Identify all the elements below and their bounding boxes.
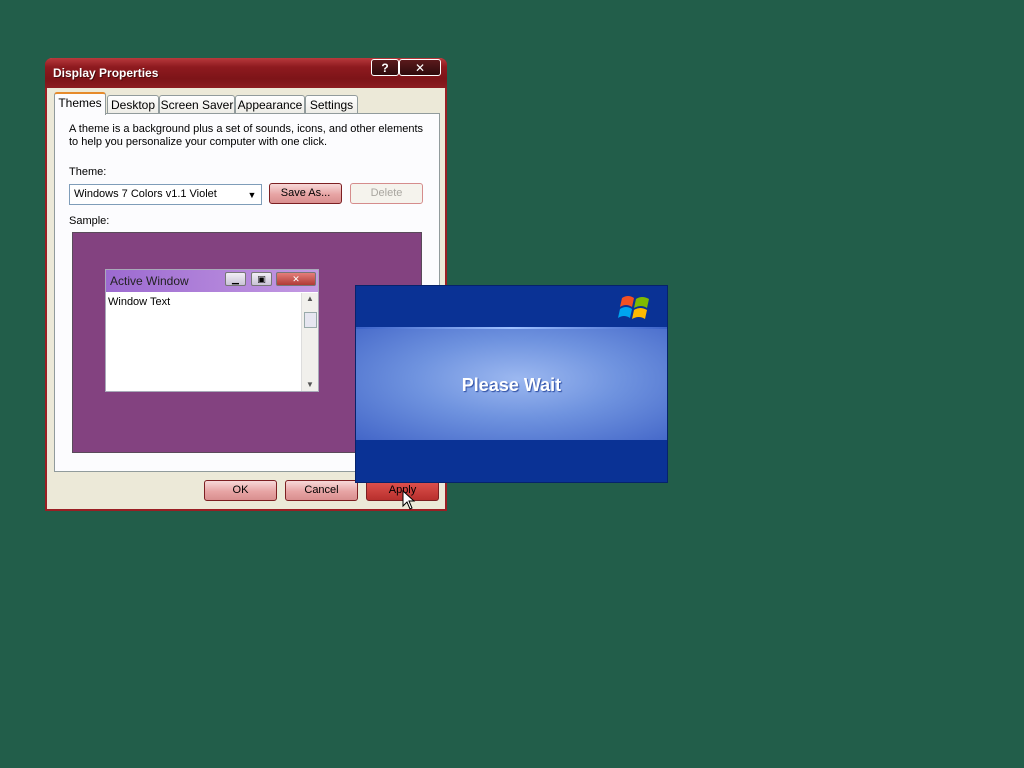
sample-window-title: Active Window [110, 274, 189, 288]
sample-title-bar: Active Window ▁ ▣ ✕ [106, 270, 318, 292]
sample-scrollbar: ▲ ▼ [301, 293, 318, 391]
tab-themes[interactable]: Themes [54, 92, 106, 115]
sample-label: Sample: [69, 215, 110, 227]
restore-icon: ▣ [251, 272, 272, 286]
tab-desktop[interactable]: Desktop [107, 95, 159, 114]
windows-logo-icon [618, 296, 649, 319]
save-as-button[interactable]: Save As... [269, 183, 342, 204]
close-button[interactable]: ✕ [399, 59, 441, 76]
scroll-thumb [304, 312, 317, 328]
sample-window-text: Window Text [108, 296, 171, 308]
minimize-icon: ▁ [225, 272, 246, 286]
wait-message: Please Wait [461, 375, 562, 395]
window-title: Display Properties [53, 66, 159, 80]
theme-description: A theme is a background plus a set of so… [69, 123, 424, 148]
close-icon: ✕ [276, 272, 316, 286]
theme-label: Theme: [69, 166, 107, 178]
tab-settings[interactable]: Settings [305, 95, 358, 114]
tab-appearance[interactable]: Appearance [235, 95, 305, 114]
title-bar[interactable]: Display Properties ? ✕ [45, 58, 447, 88]
theme-select[interactable]: Windows 7 Colors v1.1 Violet ▼ [69, 184, 262, 205]
ok-button[interactable]: OK [204, 480, 277, 501]
delete-button[interactable]: Delete [350, 183, 423, 204]
scroll-up-icon: ▲ [306, 294, 314, 303]
please-wait-dialog: Please Wait [355, 285, 668, 483]
help-button[interactable]: ? [371, 59, 399, 76]
desktop: Display Properties ? ✕ Themes Desktop Sc… [0, 0, 1024, 768]
tab-screen-saver[interactable]: Screen Saver [159, 95, 235, 114]
dropdown-arrow-icon[interactable]: ▼ [246, 189, 258, 201]
theme-select-value: Windows 7 Colors v1.1 Violet [74, 188, 217, 200]
sample-active-window: Active Window ▁ ▣ ✕ Window Text ▲ ▼ [105, 269, 319, 392]
mouse-cursor-icon [402, 490, 416, 510]
scroll-down-icon: ▼ [306, 380, 314, 389]
cancel-button[interactable]: Cancel [285, 480, 358, 501]
